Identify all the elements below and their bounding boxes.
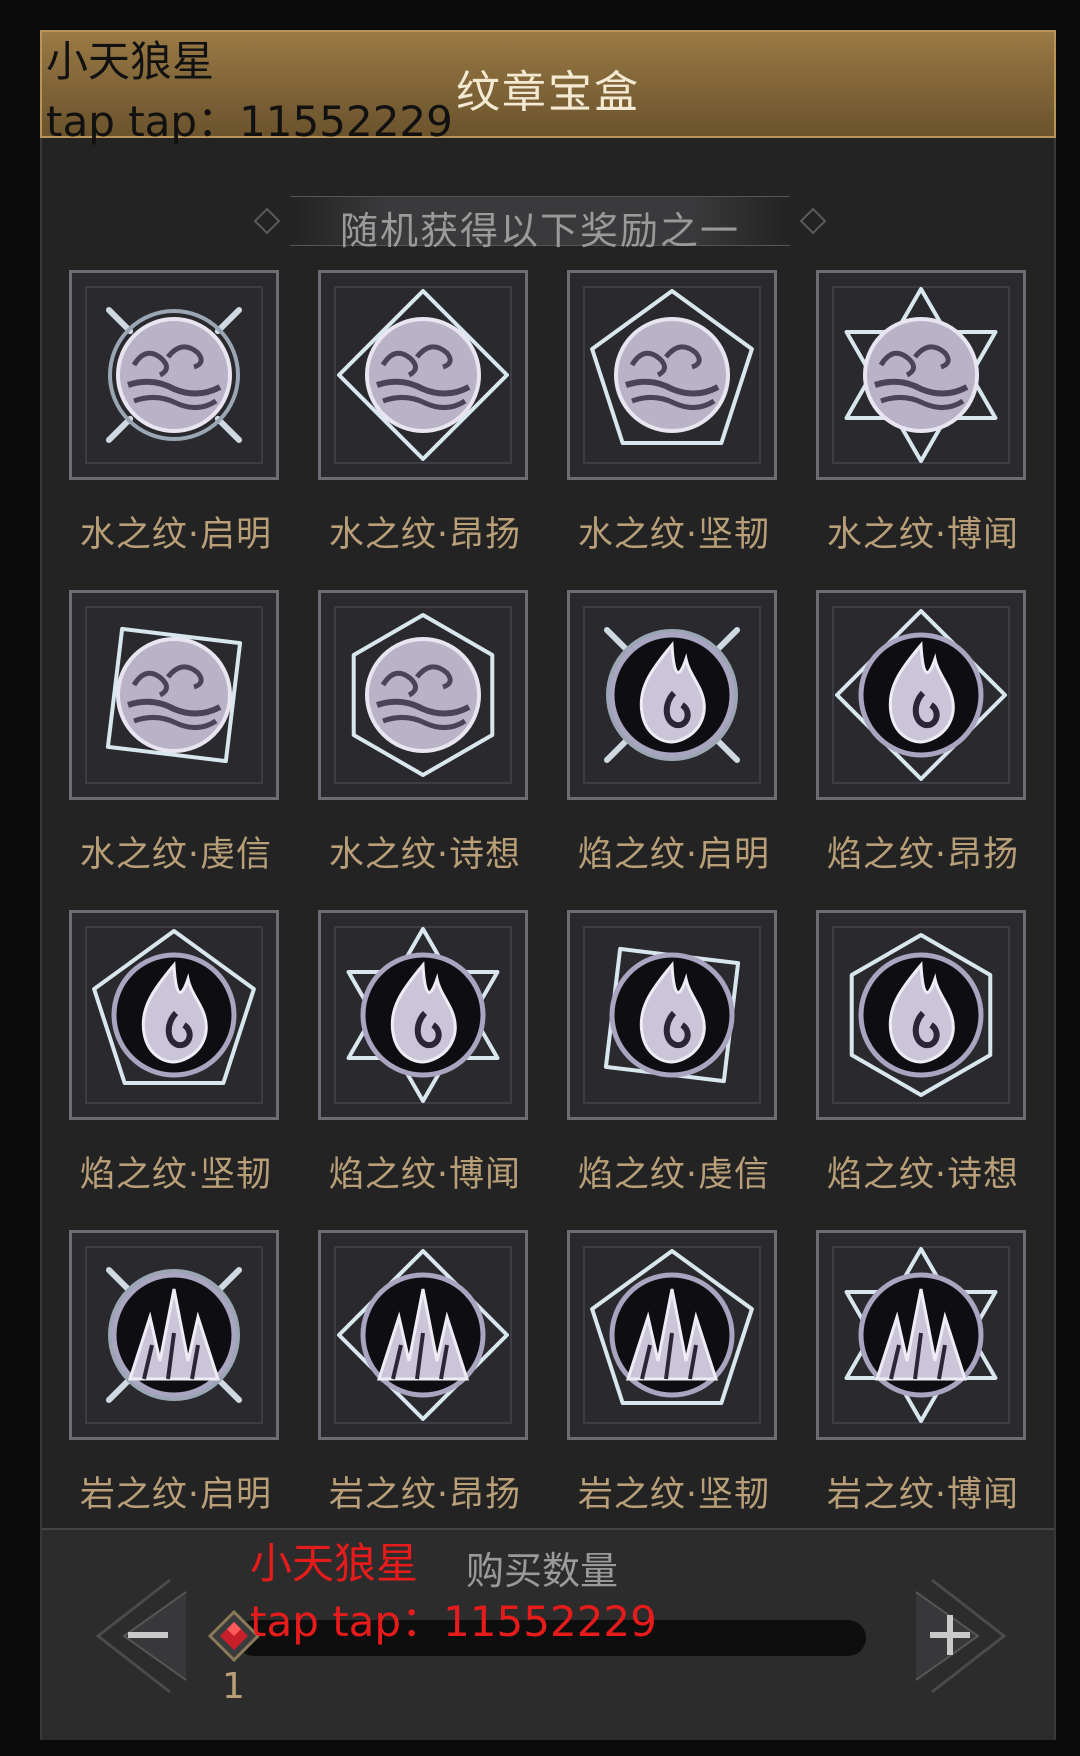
reward-label: 焰之纹·诗想 — [826, 1155, 1020, 1195]
reward-item[interactable]: 水之纹·虔信 — [66, 590, 280, 910]
fire-emblem-icon — [819, 913, 1023, 1117]
reward-frame — [816, 910, 1026, 1120]
reward-label: 岩之纹·启明 — [79, 1475, 273, 1515]
reward-item[interactable]: 焰之纹·博闻 — [315, 910, 529, 1230]
fire-emblem-icon — [321, 913, 525, 1117]
reward-item[interactable]: 水之纹·诗想 — [315, 590, 529, 910]
reward-frame — [816, 270, 1026, 480]
reward-frame — [69, 590, 279, 800]
minus-icon — [128, 1632, 168, 1638]
fire-emblem-icon — [570, 913, 774, 1117]
rock-emblem-icon — [819, 1233, 1023, 1437]
reward-frame — [816, 590, 1026, 800]
reward-item[interactable]: 焰之纹·昂扬 — [813, 590, 1027, 910]
rock-emblem-icon — [570, 1233, 774, 1437]
reward-frame — [318, 1230, 528, 1440]
rock-emblem-icon — [321, 1233, 525, 1437]
reward-label: 水之纹·昂扬 — [328, 515, 522, 555]
quantity-value: 1 — [222, 1666, 245, 1707]
rock-emblem-icon — [72, 1233, 276, 1437]
reward-label: 焰之纹·启明 — [577, 835, 771, 875]
ornament-right-icon — [799, 207, 827, 235]
watermark-name: 小天狼星 — [46, 37, 215, 86]
subtitle-text: 随机获得以下奖励之一 — [339, 209, 740, 253]
reward-frame — [567, 1230, 777, 1440]
water-emblem-icon — [321, 273, 525, 477]
watermark-id-overlay: tap tap：11552229 — [250, 1597, 657, 1646]
reward-frame — [318, 910, 528, 1120]
increase-button[interactable] — [902, 1574, 1012, 1698]
water-emblem-icon — [819, 273, 1023, 477]
decrease-button[interactable] — [90, 1574, 200, 1698]
reward-frame — [318, 590, 528, 800]
reward-item[interactable]: 水之纹·昂扬 — [315, 270, 529, 590]
reward-label: 焰之纹·博闻 — [328, 1155, 522, 1195]
reward-item[interactable]: 岩之纹·坚韧 — [564, 1230, 778, 1550]
reward-label: 水之纹·启明 — [79, 515, 273, 555]
reward-frame — [69, 1230, 279, 1440]
fire-emblem-icon — [819, 593, 1023, 797]
reward-frame — [318, 270, 528, 480]
water-emblem-icon — [72, 273, 276, 477]
reward-item[interactable]: 岩之纹·博闻 — [813, 1230, 1027, 1550]
subtitle-banner: 随机获得以下奖励之一 — [250, 192, 830, 253]
reward-item[interactable]: 水之纹·博闻 — [813, 270, 1027, 590]
fire-emblem-icon — [72, 913, 276, 1117]
reward-grid: 水之纹·启明 水之纹·昂扬 水之纹·坚韧 水之纹·博闻 水之纹·虔信 水之纹·诗… — [66, 270, 1026, 1550]
reward-frame — [69, 910, 279, 1120]
reward-item[interactable]: 岩之纹·启明 — [66, 1230, 280, 1550]
reward-label: 水之纹·虔信 — [79, 835, 273, 875]
watermark-id: tap tap：11552229 — [46, 97, 453, 146]
reward-item[interactable]: 焰之纹·虔信 — [564, 910, 778, 1230]
reward-label: 焰之纹·坚韧 — [79, 1155, 273, 1195]
fire-emblem-icon — [570, 593, 774, 797]
water-emblem-icon — [72, 593, 276, 797]
reward-item[interactable]: 岩之纹·昂扬 — [315, 1230, 529, 1550]
reward-label: 焰之纹·昂扬 — [826, 835, 1020, 875]
reward-frame — [816, 1230, 1026, 1440]
reward-label: 岩之纹·昂扬 — [328, 1475, 522, 1515]
watermark-name-overlay: 小天狼星 — [250, 1539, 419, 1588]
water-emblem-icon — [570, 273, 774, 477]
reward-label: 岩之纹·博闻 — [826, 1475, 1020, 1515]
reward-item[interactable]: 水之纹·坚韧 — [564, 270, 778, 590]
reward-frame — [69, 270, 279, 480]
reward-item[interactable]: 焰之纹·启明 — [564, 590, 778, 910]
reward-frame — [567, 910, 777, 1120]
quantity-label: 购买数量 — [466, 1549, 619, 1593]
reward-label: 水之纹·坚韧 — [577, 515, 771, 555]
reward-label: 岩之纹·坚韧 — [577, 1475, 771, 1515]
reward-item[interactable]: 焰之纹·坚韧 — [66, 910, 280, 1230]
reward-label: 水之纹·诗想 — [328, 835, 522, 875]
reward-item[interactable]: 焰之纹·诗想 — [813, 910, 1027, 1230]
reward-frame — [567, 270, 777, 480]
reward-label: 焰之纹·虔信 — [577, 1155, 771, 1195]
reward-frame — [567, 590, 777, 800]
reward-item[interactable]: 水之纹·启明 — [66, 270, 280, 590]
reward-label: 水之纹·博闻 — [826, 515, 1020, 555]
water-emblem-icon — [321, 593, 525, 797]
